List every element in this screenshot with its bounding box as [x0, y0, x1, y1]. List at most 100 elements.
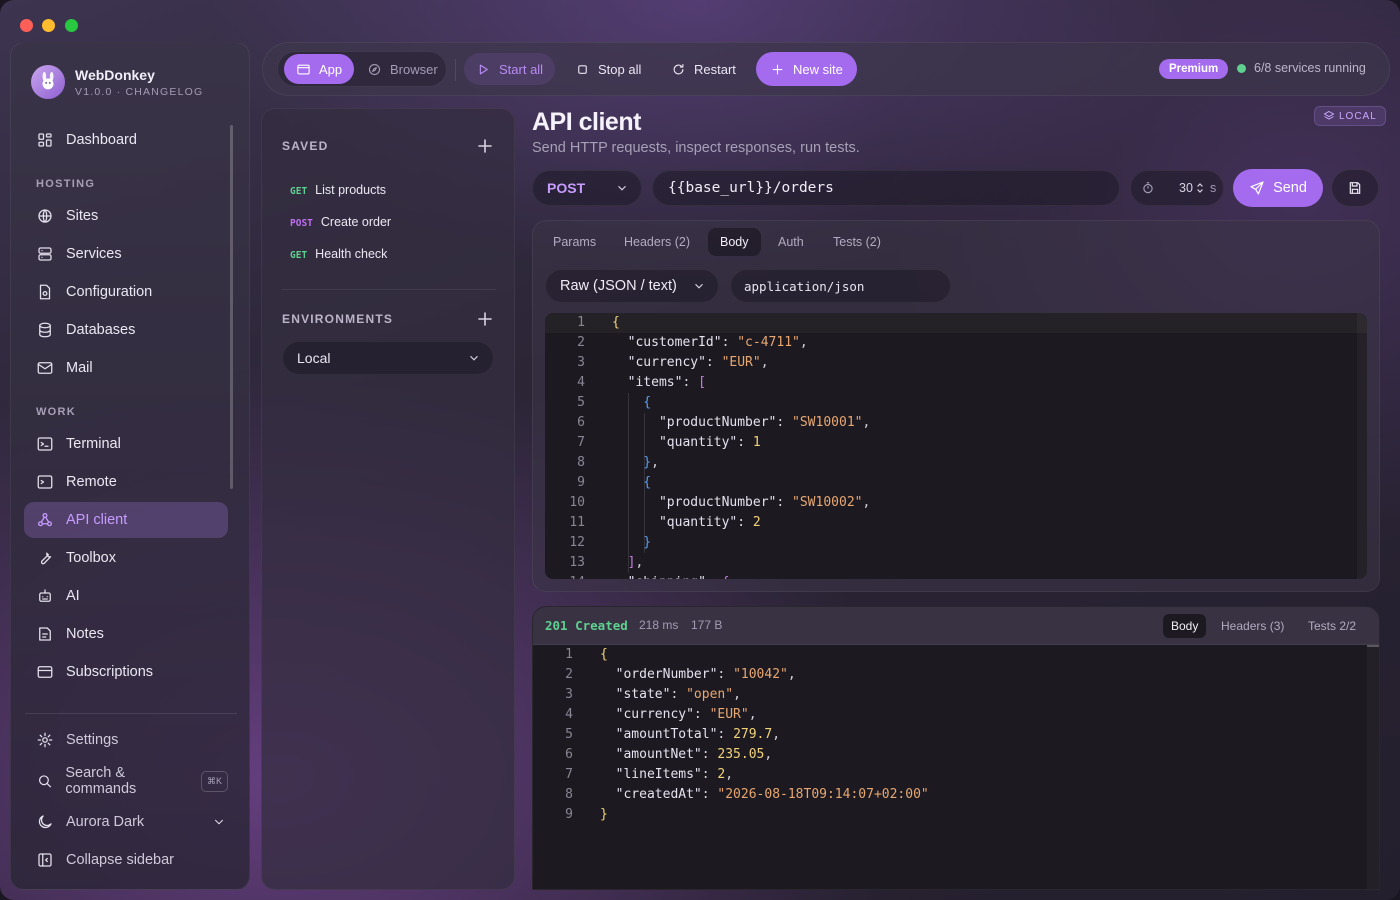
layers-icon — [1323, 110, 1335, 120]
code-line: 1{ — [533, 645, 608, 665]
timeout-stepper[interactable]: 30 s — [1130, 170, 1224, 206]
stopwatch-icon — [1143, 182, 1153, 194]
start-all-button[interactable]: Start all — [464, 53, 556, 85]
restart-label: Restart — [694, 61, 736, 77]
code-token: , — [760, 355, 769, 370]
collapse-sidebar-button[interactable]: Collapse sidebar — [24, 842, 228, 878]
close-window-button[interactable] — [20, 19, 33, 32]
sidebar-item-terminal[interactable]: Terminal — [24, 426, 228, 462]
sidebar-item-api-client[interactable]: API client — [24, 502, 228, 538]
code-token: "quantity" — [612, 515, 738, 530]
stop-all-label: Stop all — [598, 61, 642, 77]
code-token: 235.05 — [717, 747, 765, 762]
line-number: 7 — [577, 435, 585, 450]
code-token: } — [612, 455, 652, 470]
sidebar-item-databases[interactable]: Databases — [24, 312, 228, 348]
tab-params[interactable]: Params — [541, 228, 608, 256]
restart-button[interactable]: Restart — [659, 53, 748, 85]
sidebar-item-toolbox[interactable]: Toolbox — [24, 540, 228, 576]
work-section-label: WORK — [36, 406, 77, 418]
line-number: 2 — [577, 335, 585, 350]
tab-body[interactable]: Body — [708, 228, 761, 256]
response-tab-body[interactable]: Body — [1163, 614, 1207, 638]
sidebar-item-notes[interactable]: Notes — [24, 616, 228, 652]
sidebar-item-label: AI — [66, 588, 80, 604]
code-line: 12 } — [545, 533, 651, 553]
environments-section-label: ENVIRONMENTS — [282, 312, 394, 326]
code-line: 1{ — [545, 313, 620, 333]
code-token: "currency" — [612, 355, 706, 370]
tab-auth[interactable]: Auth — [766, 228, 816, 256]
premium-badge[interactable]: Premium — [1159, 59, 1229, 79]
terminal-icon — [37, 437, 53, 451]
tab-headers[interactable]: Headers (2) — [612, 228, 702, 256]
code-token: "state" — [600, 687, 671, 702]
sidebar-item-ai[interactable]: AI — [24, 578, 228, 614]
stepper-arrows-icon[interactable] — [1196, 182, 1204, 194]
send-button[interactable]: Send — [1233, 169, 1323, 207]
minimize-window-button[interactable] — [42, 19, 55, 32]
add-environment-icon[interactable] — [478, 312, 492, 326]
method-select[interactable]: POST — [532, 170, 642, 206]
sidebar-item-mail[interactable]: Mail — [24, 350, 228, 386]
sidebar-item-remote[interactable]: Remote — [24, 464, 228, 500]
request-body-editor[interactable]: 1{2 "customerId": "c-4711", 3 "currency":… — [545, 313, 1367, 579]
brand[interactable]: WebDonkey V1.0.0 · CHANGELOG — [31, 65, 203, 99]
chevron-down-icon — [695, 283, 703, 289]
sidebar-scrollbar[interactable] — [230, 125, 233, 489]
add-saved-request-icon[interactable] — [478, 139, 492, 153]
body-type-select[interactable]: Raw (JSON / text) — [545, 269, 719, 303]
active-line-highlight — [545, 313, 1367, 333]
line-number: 4 — [565, 707, 573, 722]
robot-icon — [39, 589, 51, 602]
chevron-down-icon — [618, 185, 626, 191]
content-type-input[interactable]: application/json — [730, 269, 951, 303]
editor-scrollbar[interactable] — [1357, 313, 1367, 579]
sidebar-item-configuration[interactable]: Configuration — [24, 274, 228, 310]
line-number: 5 — [565, 727, 573, 742]
code-token: "amountNet" — [600, 747, 702, 762]
theme-selector[interactable]: Aurora Dark — [24, 804, 228, 840]
response-tab-tests[interactable]: Tests 2/2 — [1300, 614, 1364, 638]
code-token: "SW10001" — [792, 415, 863, 430]
sidebar-item-label: API client — [66, 512, 128, 528]
mode-browser-button[interactable]: Browser — [355, 53, 450, 85]
sidebar-item-dashboard[interactable]: Dashboard — [24, 122, 228, 158]
services-status[interactable]: 6/8 services running — [1254, 61, 1366, 75]
sidebar-item-services[interactable]: Services — [24, 236, 228, 272]
sidebar-item-sites[interactable]: Sites — [24, 198, 228, 234]
code-token: "EUR" — [721, 355, 761, 370]
code-token: "amountTotal" — [600, 727, 718, 742]
code-line: 7 "quantity": 1 — [545, 433, 761, 453]
line-number: 13 — [569, 555, 585, 570]
response-size: 177 B — [691, 618, 723, 632]
code-token: : — [701, 787, 718, 802]
zoom-window-button[interactable] — [65, 19, 78, 32]
sidebar-item-label: Databases — [66, 322, 136, 338]
response-scrollbar[interactable] — [1367, 645, 1379, 889]
tab-tests[interactable]: Tests (2) — [821, 228, 893, 256]
line-number: 1 — [577, 315, 585, 330]
code-line: 9 { — [545, 473, 651, 493]
stop-all-button[interactable]: Stop all — [563, 53, 653, 85]
environment-select[interactable]: Local — [282, 341, 494, 375]
response-scrollbar-thumb[interactable] — [1367, 645, 1379, 647]
saved-request-item[interactable]: GET Health check — [290, 247, 387, 261]
sidebar-item-label: Search & commands — [65, 765, 137, 797]
sidebar-divider — [25, 713, 237, 714]
saved-request-item[interactable]: POST Create order — [290, 215, 391, 229]
sidebar-item-search-commands[interactable]: Search & commands ⌘K — [24, 763, 228, 799]
new-site-button[interactable]: New site — [756, 52, 857, 86]
url-input[interactable]: {{base_url}}/orders — [652, 170, 1120, 206]
save-request-button[interactable] — [1331, 169, 1379, 207]
credit-card-icon — [37, 666, 53, 678]
sidebar-item-label: Remote — [66, 474, 117, 490]
saved-request-item[interactable]: GET List products — [290, 183, 386, 197]
response-tab-headers[interactable]: Headers (3) — [1213, 614, 1292, 638]
mode-app-button[interactable]: App — [284, 54, 355, 84]
sidebar-item-settings[interactable]: Settings — [24, 722, 228, 758]
code-token: 1 — [752, 435, 761, 450]
version-changelog-link[interactable]: V1.0.0 · CHANGELOG — [75, 86, 203, 98]
sidebar-item-subscriptions[interactable]: Subscriptions — [24, 654, 228, 690]
line-number: 8 — [565, 787, 573, 802]
